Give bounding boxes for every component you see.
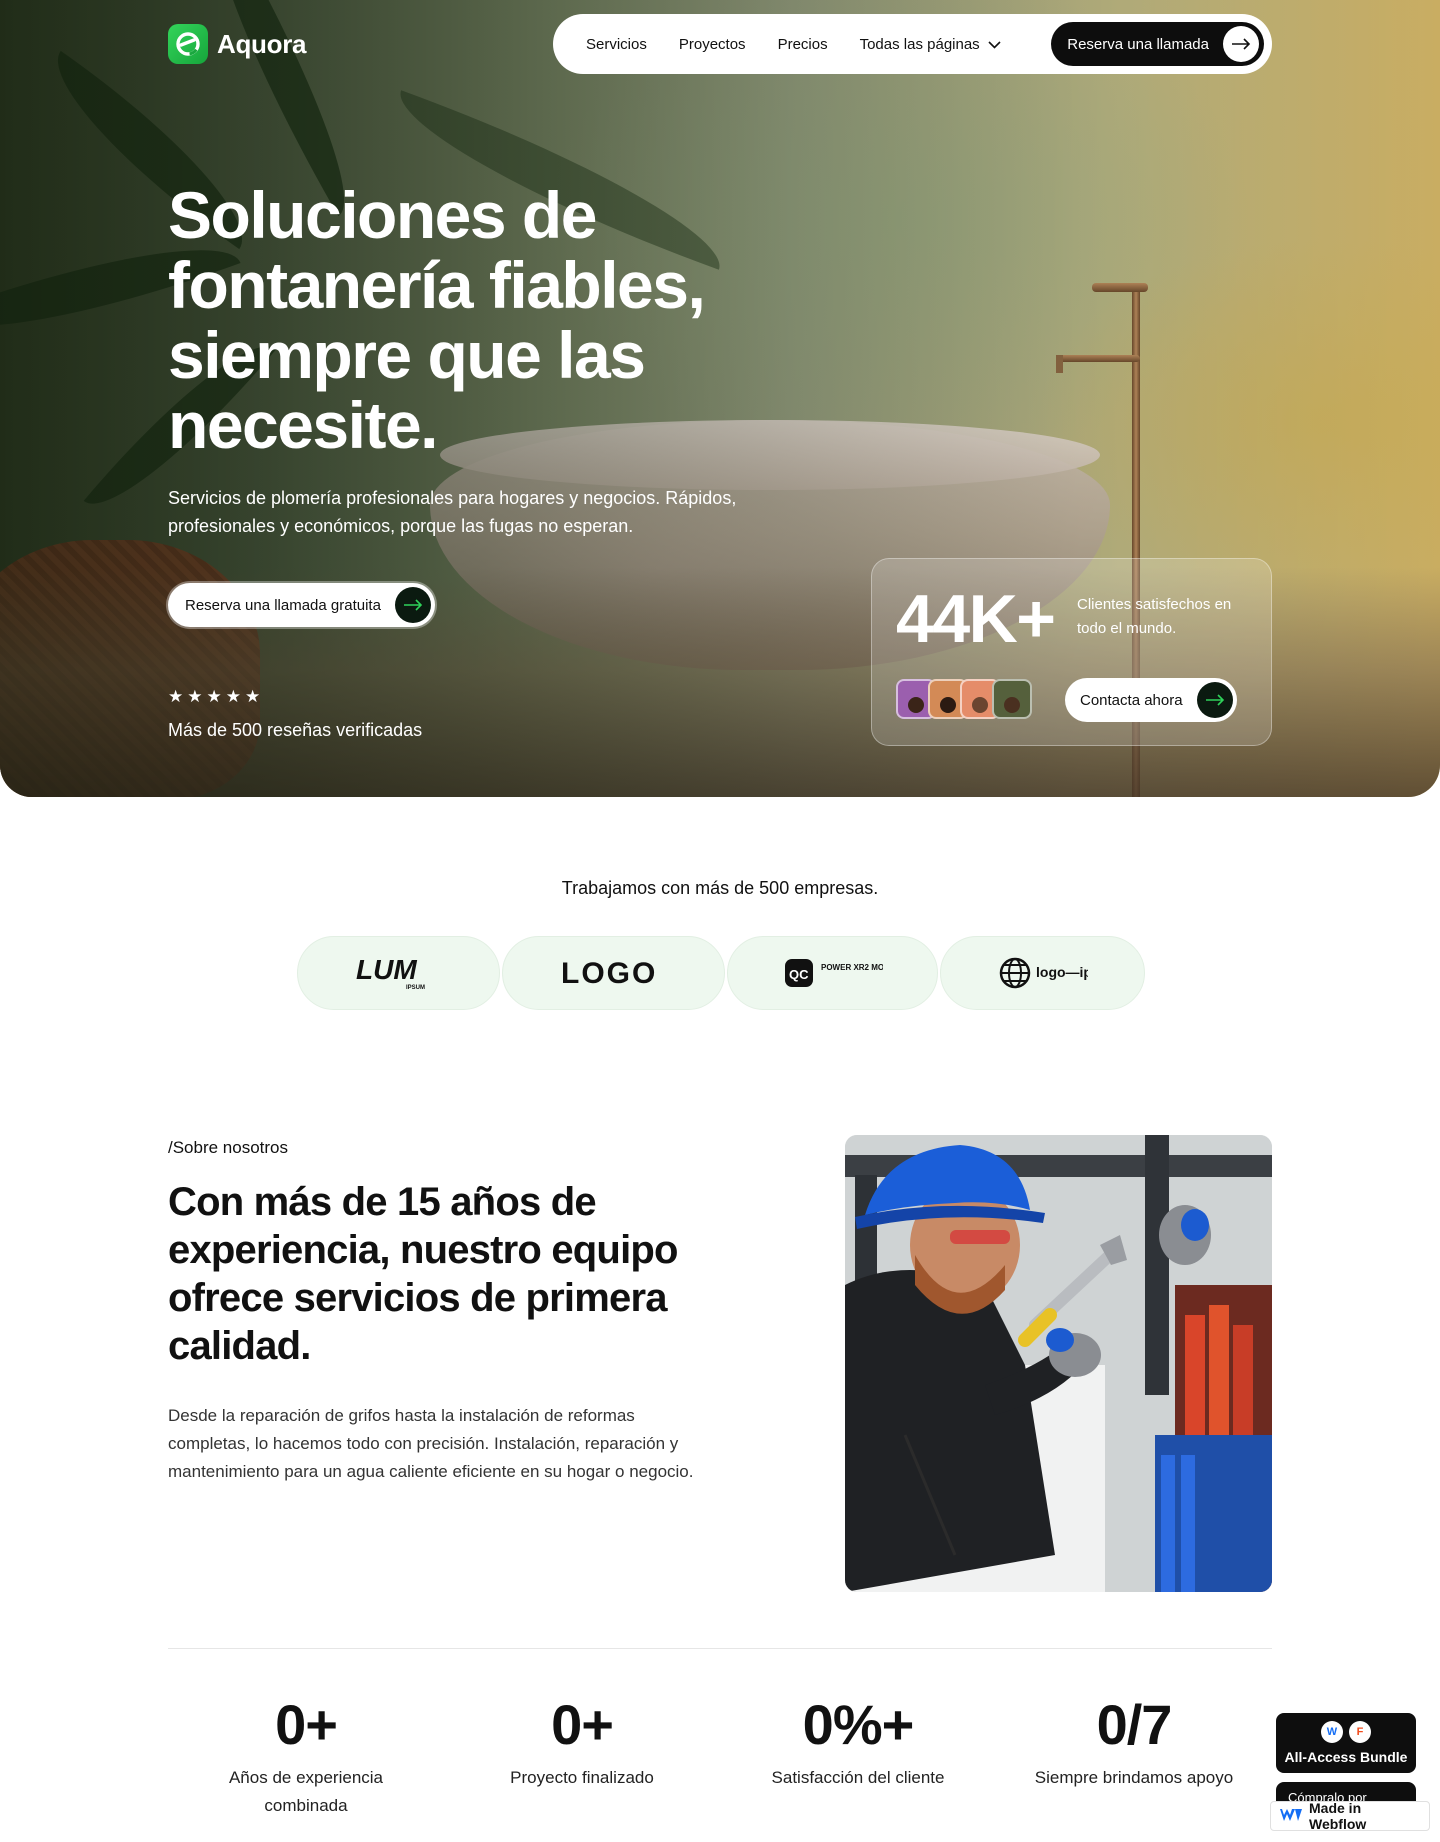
book-call-button[interactable]: Reserva una llamada (1051, 22, 1264, 66)
clients-stat-number: 44K+ (896, 581, 1056, 657)
globe-logo-icon: logo—ipsum (999, 957, 1088, 989)
about-title: Con más de 15 años de experiencia, nuest… (168, 1180, 678, 1368)
partner-logo-ipsum: logo—ipsum (940, 936, 1145, 1010)
webflow-icon: W (1321, 1721, 1343, 1743)
stat-label: Años de experiencia combinada (228, 1768, 384, 1815)
stat-value: 0+ (551, 1693, 614, 1756)
chevron-down-icon (988, 36, 1001, 53)
star-icon: ★ (168, 687, 184, 706)
free-call-label: Reserva una llamada gratuita (185, 596, 381, 614)
svg-text:LUM: LUM (356, 955, 417, 985)
stat-value: 0%+ (802, 1693, 915, 1756)
rating-stars: ★ ★ ★ ★ ★ (168, 688, 260, 705)
contact-now-button[interactable]: Contacta ahora (1065, 678, 1237, 722)
made-in-webflow-badge[interactable]: Made in Webflow (1270, 1800, 1430, 1832)
brand-name: Aquora (217, 28, 307, 59)
stat-support: 0/7 Siempre brindamos apoyo (996, 1690, 1272, 1820)
stat-satisfaction: 0%+ Satisfacción del cliente (720, 1690, 996, 1820)
bundle-icons: W F (1321, 1721, 1371, 1743)
partner-logo-row: LUM IPSUM LOGO QC POWER XR2 MODULE logo—… (297, 936, 1147, 1010)
partner-logo-logo: LOGO (502, 936, 725, 1010)
hero-subtitle: Servicios de plomería profesionales para… (168, 488, 737, 536)
qc-power-logo-icon: QC POWER XR2 MODULE (784, 959, 883, 987)
droplet-logo-icon (168, 24, 208, 64)
nav-dropdown-all-pages[interactable]: Todas las páginas (860, 36, 1001, 53)
stats-row: 0+ Años de experiencia combinada 0+ Proy… (168, 1690, 1272, 1820)
arrow-right-icon (1196, 682, 1233, 718)
svg-text:QC: QC (789, 967, 809, 982)
nav-dropdown-label: Todas las páginas (859, 35, 980, 53)
avatar (992, 679, 1032, 719)
clients-stat-description: Clientes satisfechos en todo el mundo. (1077, 596, 1232, 637)
nav-link-servicios[interactable]: Servicios (586, 36, 647, 53)
arrow-right-icon (394, 587, 431, 623)
partner-logo-lum: LUM IPSUM (297, 936, 500, 1010)
hero-section: Aquora Servicios Proyectos Precios Todas… (0, 0, 1440, 797)
stat-projects: 0+ Proyecto finalizado (444, 1690, 720, 1820)
contact-now-label: Contacta ahora (1080, 691, 1183, 709)
star-icon: ★ (206, 687, 222, 706)
plumber-photo (845, 1135, 1272, 1592)
stat-label: Siempre brindamos apoyo (1034, 1768, 1234, 1787)
svg-text:IPSUM: IPSUM (406, 985, 425, 991)
svg-text:LOGO: LOGO (561, 957, 657, 990)
logo-wordmark-icon: LOGO (561, 957, 657, 990)
partner-logo-qc: QC POWER XR2 MODULE (727, 936, 938, 1010)
stat-value: 0/7 (1096, 1693, 1173, 1756)
free-call-button[interactable]: Reserva una llamada gratuita (168, 583, 435, 627)
hero-title: Soluciones de fontanería fiables, siempr… (168, 178, 706, 462)
stat-label: Proyecto finalizado (510, 1768, 654, 1787)
plumber-illustration (845, 1135, 1272, 1592)
about-body: Desde la reparación de grifos hasta la i… (168, 1406, 694, 1481)
star-icon: ★ (187, 687, 203, 706)
lum-logo-icon: LUM IPSUM (356, 955, 425, 991)
star-icon: ★ (245, 687, 261, 706)
verified-reviews-text: Más de 500 reseñas verificadas (168, 720, 423, 740)
nav-link-proyectos[interactable]: Proyectos (679, 36, 746, 53)
svg-text:POWER XR2 MODULE: POWER XR2 MODULE (821, 963, 883, 972)
book-call-label: Reserva una llamada (1067, 35, 1209, 53)
main-navigation: Servicios Proyectos Precios Todas las pá… (553, 14, 1272, 74)
section-divider (168, 1648, 1272, 1649)
stat-value: 0+ (275, 1693, 338, 1756)
nav-link-precios[interactable]: Precios (778, 36, 828, 53)
figma-icon: F (1349, 1721, 1371, 1743)
webflow-label: Made in Webflow (1309, 1800, 1367, 1832)
star-icon: ★ (225, 687, 241, 706)
brand-logo[interactable]: Aquora (168, 24, 307, 64)
clients-stat-card: 44K+ Clientes satisfechos en todo el mun… (871, 558, 1272, 746)
bundle-label: All-Access Bundle (1284, 1749, 1408, 1765)
client-avatars (896, 679, 1032, 719)
partners-title: Trabajamos con más de 500 empresas. (561, 878, 879, 898)
arrow-right-icon (1223, 26, 1259, 62)
all-access-bundle-badge[interactable]: W F All-Access Bundle (1276, 1713, 1416, 1773)
stat-label: Satisfacción del cliente (771, 1768, 945, 1787)
webflow-logo-icon (1279, 1807, 1303, 1826)
svg-text:logo—ipsum: logo—ipsum (1036, 964, 1088, 980)
about-kicker: /Sobre nosotros (168, 1138, 289, 1157)
stat-experience: 0+ Años de experiencia combinada (168, 1690, 444, 1820)
